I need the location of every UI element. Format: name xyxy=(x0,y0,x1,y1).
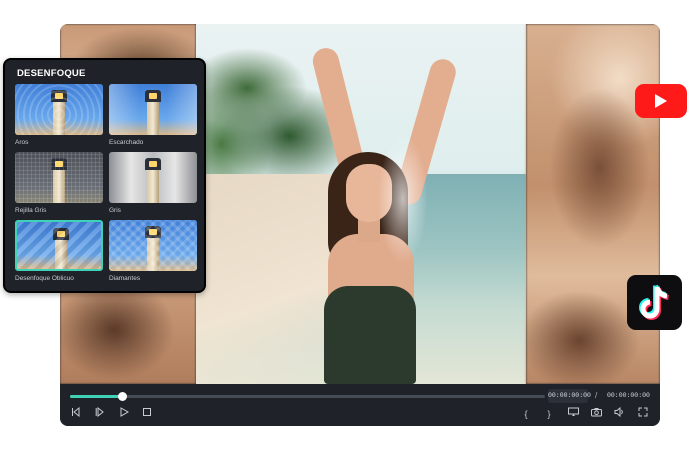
youtube-play-icon xyxy=(655,94,667,108)
next-frame-icon[interactable] xyxy=(93,406,107,421)
lighthouse-frosted-thumbnail xyxy=(109,84,197,135)
effect-label: Gris xyxy=(109,207,121,214)
lighthouse-gray-grid-thumbnail xyxy=(15,152,103,203)
lighthouse-aros-thumbnail xyxy=(15,84,103,135)
effect-tile-escarchado[interactable]: Escarchado xyxy=(109,84,197,151)
mark-out-icon[interactable]: } xyxy=(542,407,556,421)
fullscreen-icon[interactable] xyxy=(636,407,650,421)
lighthouse-gray-thumbnail xyxy=(109,152,197,203)
effect-label: Aros xyxy=(15,139,29,146)
stage: 00:00:00:00 / 00:00:00:00 { } DESENFOQUE… xyxy=(0,0,690,450)
time-separator: / xyxy=(595,391,598,400)
video-frame-photo xyxy=(196,24,526,384)
lighthouse-oblique-thumbnail xyxy=(15,220,103,271)
effect-tile-diamantes[interactable]: Diamantes xyxy=(109,220,197,287)
current-time: 00:00:00:00 xyxy=(548,389,591,403)
swimsuit xyxy=(324,286,416,384)
effect-tile-rejilla-gris[interactable]: Rejilla Gris xyxy=(15,152,103,219)
play-icon[interactable] xyxy=(117,407,131,421)
mark-in-icon[interactable]: { xyxy=(519,407,533,421)
effect-tile-gris[interactable]: Gris xyxy=(109,152,197,219)
stop-icon[interactable] xyxy=(140,407,154,421)
tiktok-icon xyxy=(627,275,682,330)
display-icon[interactable] xyxy=(566,407,580,421)
effect-tile-desenfoque-oblicuo[interactable]: Desenfoque Oblicuo xyxy=(15,220,103,287)
volume-icon[interactable] xyxy=(612,406,626,421)
lighthouse-diamonds-thumbnail xyxy=(109,220,197,271)
effect-label: Desenfoque Oblicuo xyxy=(15,275,74,282)
panel-title: DESENFOQUE xyxy=(17,68,86,79)
player-controls: 00:00:00:00 / 00:00:00:00 { } xyxy=(60,384,660,426)
blur-effects-panel: DESENFOQUE Aros Escarchado Rejilla Gris xyxy=(3,58,206,293)
youtube-icon xyxy=(635,84,687,118)
progress-fill xyxy=(70,395,123,398)
effect-label: Escarchado xyxy=(109,139,144,146)
progress-track[interactable] xyxy=(70,392,545,401)
water-splash xyxy=(378,134,428,264)
total-time: 00:00:00:00 xyxy=(607,392,650,399)
effect-label: Diamantes xyxy=(109,275,141,282)
snapshot-icon[interactable] xyxy=(589,407,603,421)
effect-tile-aros[interactable]: Aros xyxy=(15,84,103,151)
effect-label: Rejilla Gris xyxy=(15,207,47,214)
progress-knob[interactable] xyxy=(118,392,128,401)
previous-frame-icon[interactable] xyxy=(69,406,83,421)
